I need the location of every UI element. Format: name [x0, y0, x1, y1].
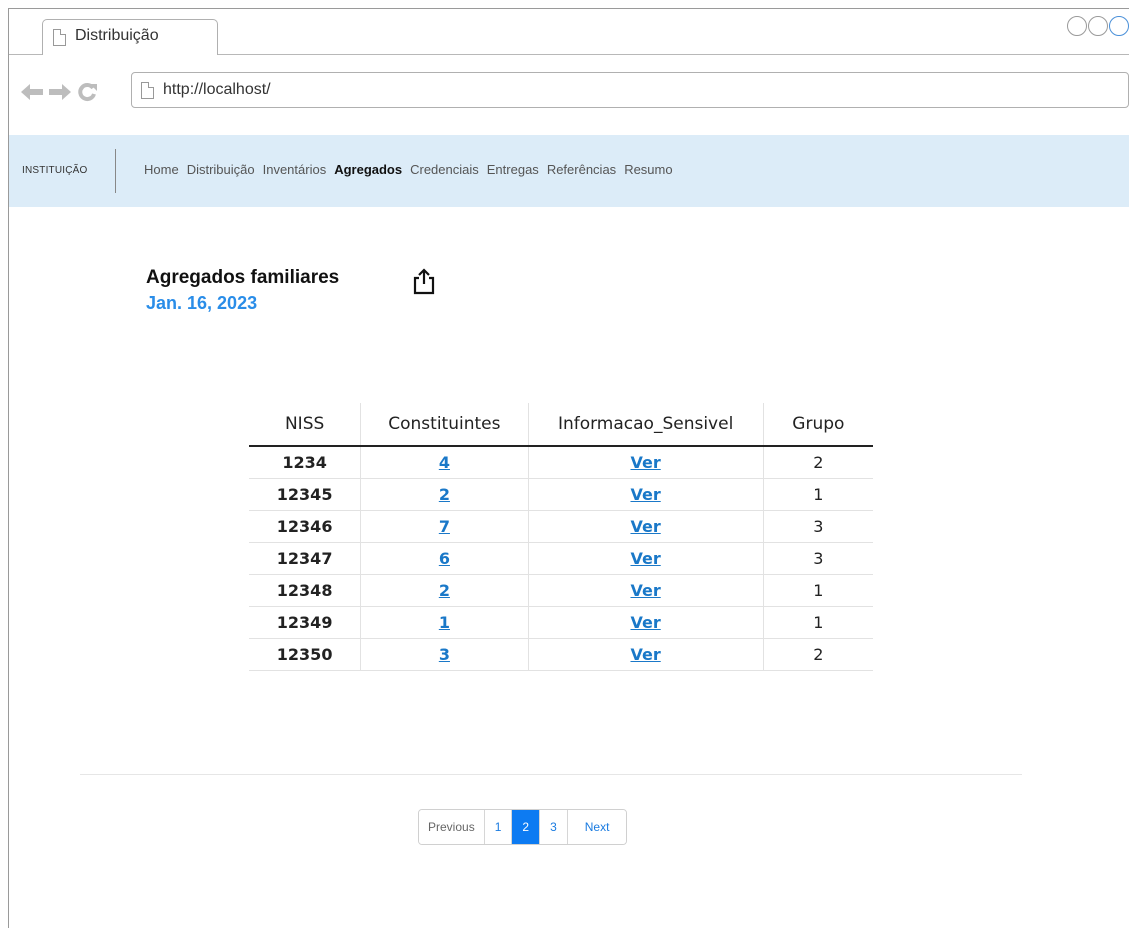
page-icon — [141, 82, 154, 99]
pagination-previous[interactable]: Previous — [419, 810, 485, 844]
table-row: 12346 7 Ver 3 — [249, 510, 873, 543]
pagination-next[interactable]: Next — [567, 810, 627, 844]
minimize-icon[interactable] — [1067, 16, 1087, 36]
forward-arrow-icon[interactable] — [49, 84, 71, 100]
cell-info: Ver — [528, 638, 764, 671]
window-controls — [1067, 16, 1129, 36]
cell-constituintes: 7 — [360, 510, 529, 543]
pagination-page-2[interactable]: 2 — [512, 810, 541, 844]
ver-link[interactable]: Ver — [630, 517, 660, 536]
ver-link[interactable]: Ver — [630, 453, 660, 472]
cell-grupo: 1 — [763, 606, 873, 639]
cell-grupo: 3 — [763, 542, 873, 575]
table-row: 12345 2 Ver 1 — [249, 478, 873, 511]
agregados-table: NISS Constituintes Informacao_Sensivel G… — [249, 403, 873, 671]
ver-link[interactable]: Ver — [630, 645, 660, 664]
brand-divider — [115, 149, 116, 193]
nav-item-resumo[interactable]: Resumo — [624, 162, 672, 177]
address-bar-row: http://localhost/ — [9, 56, 1129, 134]
constituintes-link[interactable]: 6 — [439, 549, 450, 568]
close-icon[interactable] — [1109, 16, 1129, 36]
cell-grupo: 3 — [763, 510, 873, 543]
cell-niss: 12350 — [249, 638, 362, 671]
cell-grupo: 1 — [763, 478, 873, 511]
nav-item-entregas[interactable]: Entregas — [487, 162, 539, 177]
cell-info: Ver — [528, 510, 764, 543]
nav-item-distribuicao[interactable]: Distribuição — [187, 162, 255, 177]
cell-info: Ver — [528, 478, 764, 511]
pagination-page-1[interactable]: 1 — [484, 810, 513, 844]
cell-grupo: 2 — [763, 446, 873, 479]
cell-info: Ver — [528, 574, 764, 607]
cell-constituintes: 6 — [360, 542, 529, 575]
back-arrow-icon[interactable] — [21, 84, 43, 100]
constituintes-link[interactable]: 3 — [439, 645, 450, 664]
cell-niss: 12346 — [249, 510, 362, 543]
page-title: Agregados familiares — [146, 267, 340, 288]
constituintes-link[interactable]: 4 — [439, 453, 450, 472]
table-row: 12348 2 Ver 1 — [249, 574, 873, 607]
cell-info: Ver — [528, 542, 764, 575]
page-heading: Agregados familiares Jan. 16, 2023 — [146, 267, 435, 314]
nav-item-referencias[interactable]: Referências — [547, 162, 616, 177]
brand-label[interactable]: INSTITUIÇÃO — [22, 165, 88, 176]
content-divider — [80, 774, 1022, 775]
cell-grupo: 1 — [763, 574, 873, 607]
reload-icon[interactable] — [77, 82, 97, 102]
share-icon[interactable] — [412, 267, 436, 295]
cell-niss: 12347 — [249, 542, 362, 575]
ver-link[interactable]: Ver — [630, 581, 660, 600]
cell-constituintes: 4 — [360, 446, 529, 479]
table-body: 1234 4 Ver 2 12345 2 Ver 1 12346 7 Ver 3… — [249, 446, 873, 671]
address-bar[interactable]: http://localhost/ — [131, 72, 1129, 108]
ver-link[interactable]: Ver — [630, 485, 660, 504]
header-informacao-sensivel: Informacao_Sensivel — [528, 403, 764, 447]
maximize-icon[interactable] — [1088, 16, 1108, 36]
constituintes-link[interactable]: 1 — [439, 613, 450, 632]
cell-niss: 1234 — [249, 446, 362, 479]
url-text[interactable]: http://localhost/ — [163, 81, 271, 99]
nav-item-credenciais[interactable]: Credenciais — [410, 162, 479, 177]
nav-item-inventarios[interactable]: Inventários — [263, 162, 327, 177]
pagination-page-3[interactable]: 3 — [540, 810, 568, 844]
nav-item-agregados[interactable]: Agregados — [334, 162, 402, 177]
pagination: Previous 1 2 3 Next — [418, 809, 628, 845]
table-row: 12347 6 Ver 3 — [249, 542, 873, 575]
tab-strip: Distribuição — [9, 9, 1129, 55]
header-constituintes: Constituintes — [360, 403, 529, 447]
constituintes-link[interactable]: 7 — [439, 517, 450, 536]
page-date: Jan. 16, 2023 — [146, 293, 258, 313]
app-navbar: INSTITUIÇÃO Home Distribuição Inventário… — [9, 135, 1129, 207]
cell-niss: 12345 — [249, 478, 362, 511]
constituintes-link[interactable]: 2 — [439, 581, 450, 600]
nav-menu: Home Distribuição Inventários Agregados … — [144, 162, 681, 177]
table-row: 1234 4 Ver 2 — [249, 446, 873, 479]
page-icon — [53, 29, 66, 46]
cell-constituintes: 3 — [360, 638, 529, 671]
nav-item-home[interactable]: Home — [144, 162, 179, 177]
browser-nav-buttons — [21, 82, 97, 102]
table-row: 12349 1 Ver 1 — [249, 606, 873, 639]
table-row: 12350 3 Ver 2 — [249, 638, 873, 671]
cell-niss: 12349 — [249, 606, 362, 639]
cell-niss: 12348 — [249, 574, 362, 607]
cell-constituintes: 2 — [360, 478, 529, 511]
browser-tab[interactable]: Distribuição — [42, 19, 218, 55]
header-grupo: Grupo — [763, 403, 873, 447]
ver-link[interactable]: Ver — [630, 613, 660, 632]
cell-grupo: 2 — [763, 638, 873, 671]
ver-link[interactable]: Ver — [630, 549, 660, 568]
cell-info: Ver — [528, 606, 764, 639]
constituintes-link[interactable]: 2 — [439, 485, 450, 504]
cell-constituintes: 1 — [360, 606, 529, 639]
browser-window: Distribuição http://localhost/ INSTITUIÇ… — [8, 8, 1129, 928]
cell-constituintes: 2 — [360, 574, 529, 607]
header-niss: NISS — [249, 403, 362, 447]
tab-title: Distribuição — [75, 27, 159, 44]
cell-info: Ver — [528, 446, 764, 479]
table-header-row: NISS Constituintes Informacao_Sensivel G… — [249, 403, 873, 447]
